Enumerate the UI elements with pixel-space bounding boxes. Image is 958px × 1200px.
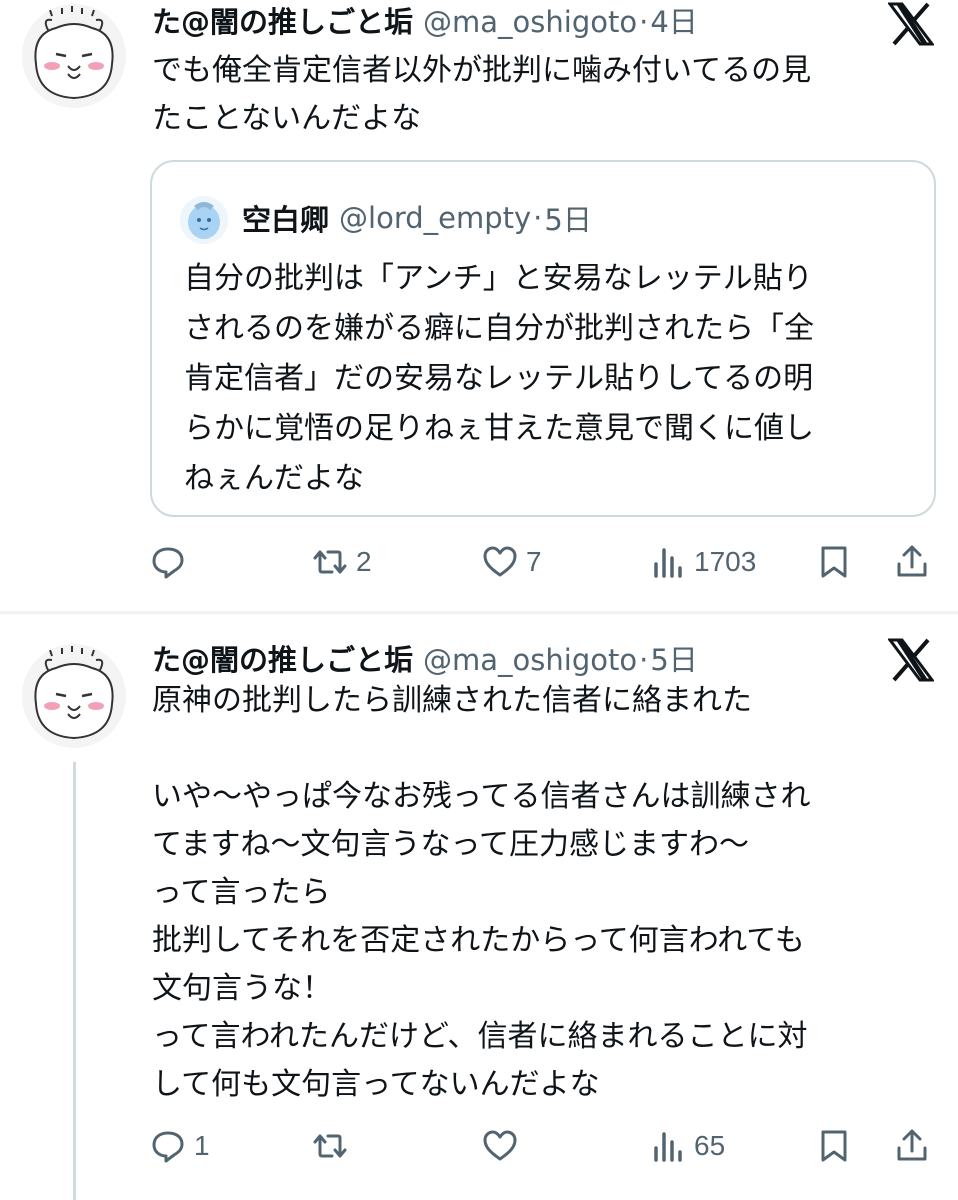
author-name[interactable]: た@闇の推しごと垢 [152, 638, 413, 682]
author-name[interactable]: た@闇の推しごと垢 [152, 0, 413, 44]
bookmark-icon [821, 1130, 847, 1162]
views-button[interactable]: 1703 [650, 538, 756, 586]
views-button[interactable]: 65 [650, 1122, 725, 1170]
quoted-post[interactable]: 空白卿 @lord_empty · 5日 自分の批判は「アンチ」と安易なレッテル… [150, 160, 936, 517]
like-count: 7 [526, 546, 542, 577]
bookmark-icon [821, 546, 847, 578]
bookmark-button[interactable] [816, 538, 852, 586]
views-icon [654, 548, 682, 578]
like-button[interactable]: 7 [482, 538, 542, 586]
share-button[interactable] [894, 1122, 930, 1170]
share-icon [897, 545, 927, 577]
like-button[interactable] [482, 1122, 526, 1170]
view-count: 65 [694, 1130, 726, 1161]
x-logo-icon [887, 2, 935, 46]
views-icon [654, 1132, 682, 1162]
action-bar: 2 7 1703 [150, 538, 940, 586]
reply-icon [152, 1131, 184, 1163]
quoted-timestamp[interactable]: 5日 [544, 197, 591, 239]
repost-icon [313, 1134, 347, 1158]
post-timestamp[interactable]: 4日 [650, 0, 697, 44]
separator-dot: · [639, 643, 649, 677]
quoted-author-name[interactable]: 空白卿 [242, 197, 329, 239]
avatar[interactable] [22, 644, 126, 748]
post-text: 原神の批判したら訓練された信者に絡まれた いや〜やっぱ今なお残ってる信者さんは訓… [152, 683, 811, 1102]
quoted-text: 自分の批判は「アンチ」と安易なレッテル貼り されるのを嫌がる癖に自分が批判された… [184, 261, 814, 496]
reply-count: 1 [194, 1130, 210, 1161]
view-count: 1703 [694, 546, 757, 577]
post-header: た@闇の推しごと垢 @ma_oshigoto · 5日 [152, 638, 698, 682]
reply-button[interactable]: 1 [150, 1122, 210, 1170]
thread-line [73, 762, 76, 1200]
quoted-avatar[interactable] [180, 196, 228, 244]
separator-dot: · [639, 5, 649, 39]
share-icon [897, 1129, 927, 1161]
avatar[interactable] [22, 4, 126, 108]
post-2[interactable]: た@闇の推しごと垢 @ma_oshigoto · 5日 原神の批判したら訓練され… [0, 614, 958, 1200]
repost-icon [313, 550, 347, 574]
post-1[interactable]: た@闇の推しごと垢 @ma_oshigoto · 4日 でも俺全肯定信者以外が批… [0, 0, 958, 612]
author-handle[interactable]: @ma_oshigoto [423, 0, 637, 44]
bookmark-button[interactable] [816, 1122, 852, 1170]
repost-button[interactable]: 2 [312, 538, 372, 586]
author-handle[interactable]: @ma_oshigoto [423, 638, 637, 682]
post-header: た@闇の推しごと垢 @ma_oshigoto · 4日 [152, 0, 698, 44]
x-logo-icon [887, 638, 935, 682]
reply-icon [152, 547, 184, 579]
reply-button[interactable] [150, 538, 194, 586]
post-text: でも俺全肯定信者以外が批判に噛み付いてるの見 たことないんだよな [152, 53, 812, 136]
quoted-header: 空白卿 @lord_empty · 5日 [242, 194, 592, 242]
share-button[interactable] [894, 538, 930, 586]
avatar-bear-image [22, 644, 126, 748]
post-timestamp[interactable]: 5日 [650, 638, 697, 682]
avatar-character-image [180, 196, 228, 244]
avatar-bear-image [22, 4, 126, 108]
heart-icon [483, 546, 517, 577]
repost-button[interactable] [312, 1122, 356, 1170]
separator-dot: · [533, 201, 543, 235]
heart-icon [483, 1130, 517, 1161]
repost-count: 2 [356, 546, 372, 577]
quoted-author-handle[interactable]: @lord_empty [339, 201, 531, 235]
action-bar: 1 65 [150, 1122, 940, 1170]
